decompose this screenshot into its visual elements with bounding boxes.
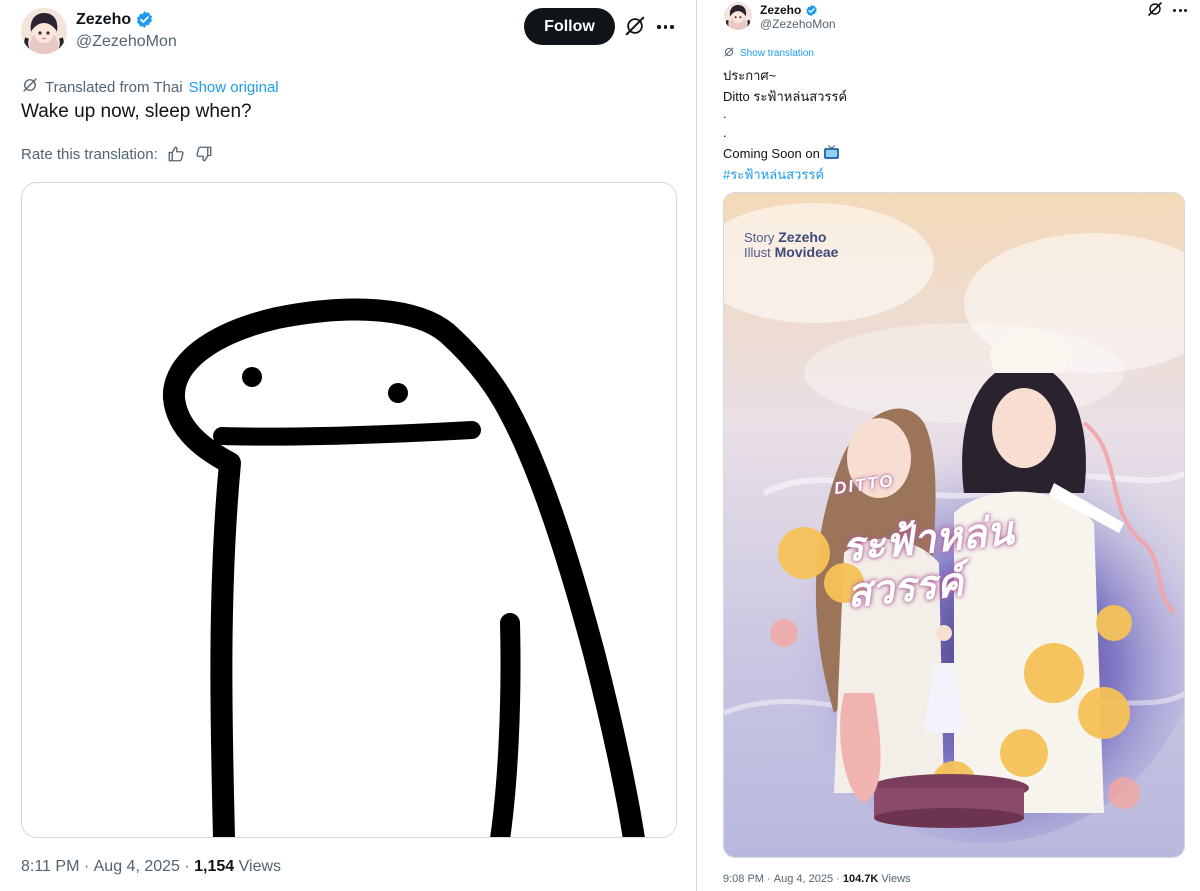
poster-story-name: Zezeho	[778, 229, 827, 245]
tweet-line-4: .	[723, 125, 727, 140]
translate-icon	[21, 76, 39, 98]
translation-notice: Translated from Thai Show original	[21, 76, 279, 98]
views-label: Views	[878, 873, 911, 885]
right-tweet: Zezeho @ZezehoMon Show translation ประกา…	[698, 0, 1200, 891]
poster-illust-credit: Illust Movideae	[744, 244, 838, 260]
views-count: 104.7K	[842, 873, 879, 885]
tweet-line-1: ประกาศ~	[723, 68, 777, 83]
author-handle[interactable]: @ZezehoMon	[76, 33, 177, 51]
more-icon[interactable]	[657, 25, 674, 29]
poster-illust-name: Movideae	[774, 244, 839, 260]
tweet-date[interactable]: Aug 4, 2025	[94, 858, 180, 876]
tweet-line-3: .	[723, 106, 727, 121]
poster-illust-label: Illust	[744, 245, 771, 260]
follow-button[interactable]: Follow	[524, 8, 615, 45]
poster-story-label: Story	[744, 230, 775, 245]
rate-translation: Rate this translation:	[21, 144, 214, 164]
views-count: 1,154	[194, 858, 235, 875]
show-original-link[interactable]: Show original	[189, 79, 279, 96]
verified-badge-icon	[805, 4, 818, 17]
author-name-row[interactable]: Zezeho	[760, 3, 818, 17]
tweet-time[interactable]: 9:08 PM	[723, 873, 764, 885]
meta-separator: ·	[179, 858, 195, 875]
tweet-line-2: Ditto ระฟ้าหล่นสวรรค์	[723, 89, 848, 104]
poster-story-credit: Story Zezeho	[744, 229, 826, 245]
author-name[interactable]: Zezeho	[760, 3, 801, 17]
tweet-image-poster[interactable]: Story Zezeho Illust Movideae DITTO ระฟ้า…	[723, 192, 1185, 858]
rate-translation-label: Rate this translation:	[21, 145, 158, 163]
verified-badge-icon	[135, 10, 154, 29]
more-icon[interactable]	[1173, 9, 1187, 12]
tweet-text: Wake up now, sleep when?	[21, 101, 252, 122]
translated-from-label: Translated from Thai	[45, 78, 183, 96]
grok-icon[interactable]	[624, 15, 646, 37]
tweet-date[interactable]: Aug 4, 2025	[774, 873, 833, 885]
left-tweet: Zezeho @ZezehoMon Follow Translated from…	[0, 0, 697, 891]
tweet-time[interactable]: 8:11 PM	[21, 858, 79, 876]
author-handle[interactable]: @ZezehoMon	[760, 17, 836, 31]
show-translation-link[interactable]: Show translation	[740, 48, 814, 59]
thumbs-down-icon[interactable]	[194, 144, 214, 164]
tweet-meta: 8:11 PM · Aug 4, 2025 · 1,154 Views	[21, 858, 281, 876]
show-translation[interactable]: Show translation	[723, 46, 814, 61]
tweet-image-meme[interactable]	[21, 182, 677, 838]
author-avatar[interactable]	[21, 8, 67, 54]
views-label: Views	[234, 858, 282, 875]
author-avatar[interactable]	[724, 2, 752, 30]
tweet-line-5: Coming Soon on	[723, 145, 840, 163]
translate-icon	[723, 46, 735, 61]
meta-separator: ·	[763, 873, 774, 885]
meta-separator: ·	[79, 858, 94, 875]
hashtag-link[interactable]: #ระฟ้าหล่นสวรรค์	[723, 164, 824, 185]
author-name-row[interactable]: Zezeho	[76, 10, 154, 29]
author-name[interactable]: Zezeho	[76, 11, 131, 29]
tv-icon	[823, 145, 840, 163]
coming-soon-text: Coming Soon on	[723, 146, 820, 161]
tweet-meta: 9:08 PM · Aug 4, 2025 · 104.7K Views	[723, 873, 911, 885]
meta-separator: ·	[833, 873, 843, 885]
grok-icon[interactable]	[1146, 0, 1164, 18]
thumbs-up-icon[interactable]	[166, 144, 186, 164]
